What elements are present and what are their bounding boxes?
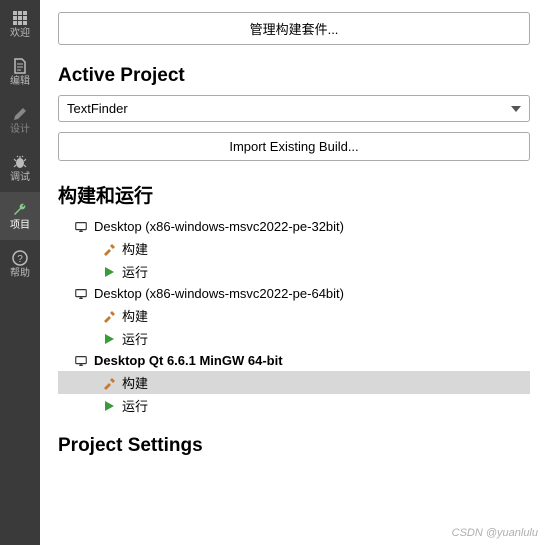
kit-item[interactable]: Desktop Qt 6.6.1 MinGW 64-bit bbox=[58, 350, 530, 371]
sidebar-item-welcome[interactable]: 欢迎 bbox=[0, 0, 40, 48]
hammer-icon bbox=[102, 309, 116, 323]
run-action[interactable]: 运行 bbox=[58, 394, 530, 417]
action-label: 运行 bbox=[122, 329, 148, 348]
sidebar-item-label: 调试 bbox=[10, 173, 30, 183]
sidebar-item-debug[interactable]: 调试 bbox=[0, 144, 40, 192]
build-action[interactable]: 构建 bbox=[58, 237, 530, 260]
grid-icon bbox=[11, 9, 29, 27]
chevron-down-icon bbox=[511, 106, 521, 112]
action-label: 运行 bbox=[122, 396, 148, 415]
import-build-button[interactable]: Import Existing Build... bbox=[58, 132, 530, 161]
sidebar-item-label: 项目 bbox=[10, 221, 30, 231]
manage-kits-button[interactable]: 管理构建套件... bbox=[58, 12, 530, 45]
monitor-icon bbox=[74, 354, 88, 368]
kit-name: Desktop (x86-windows-msvc2022-pe-32bit) bbox=[94, 219, 344, 234]
action-label: 构建 bbox=[122, 373, 148, 392]
action-label: 运行 bbox=[122, 262, 148, 281]
hammer-icon bbox=[102, 242, 116, 256]
sidebar-item-label: 编辑 bbox=[10, 77, 30, 87]
kit-item[interactable]: Desktop (x86-windows-msvc2022-pe-64bit) bbox=[58, 283, 530, 304]
kit-name: Desktop Qt 6.6.1 MinGW 64-bit bbox=[94, 353, 283, 368]
build-action[interactable]: 构建 bbox=[58, 304, 530, 327]
svg-text:?: ? bbox=[17, 254, 23, 265]
pencil-icon bbox=[11, 105, 29, 123]
action-label: 构建 bbox=[122, 239, 148, 258]
sidebar-item-label: 欢迎 bbox=[10, 29, 30, 39]
build-run-heading: 构建和运行 bbox=[58, 181, 530, 208]
sidebar-item-edit[interactable]: 编辑 bbox=[0, 48, 40, 96]
play-icon bbox=[102, 265, 116, 279]
monitor-icon bbox=[74, 287, 88, 301]
sidebar-item-design[interactable]: 设计 bbox=[0, 96, 40, 144]
sidebar: 欢迎 编辑 设计 调试 项目 ? 帮助 bbox=[0, 0, 40, 545]
project-select-value: TextFinder bbox=[67, 101, 128, 116]
hammer-icon bbox=[102, 376, 116, 390]
play-icon bbox=[102, 399, 116, 413]
watermark: CSDN @yuanlulu bbox=[452, 527, 538, 539]
wrench-icon bbox=[11, 201, 29, 219]
sidebar-item-label: 设计 bbox=[10, 125, 30, 135]
sidebar-item-help[interactable]: ? 帮助 bbox=[0, 240, 40, 288]
kits-tree: Desktop (x86-windows-msvc2022-pe-32bit) 构… bbox=[58, 216, 530, 417]
question-icon: ? bbox=[11, 249, 29, 267]
play-icon bbox=[102, 332, 116, 346]
project-settings-heading: Project Settings bbox=[58, 435, 530, 457]
sidebar-item-projects[interactable]: 项目 bbox=[0, 192, 40, 240]
active-project-heading: Active Project bbox=[58, 65, 530, 87]
kit-item[interactable]: Desktop (x86-windows-msvc2022-pe-32bit) bbox=[58, 216, 530, 237]
action-label: 构建 bbox=[122, 306, 148, 325]
document-icon bbox=[11, 57, 29, 75]
monitor-icon bbox=[74, 220, 88, 234]
build-action[interactable]: 构建 bbox=[58, 371, 530, 394]
run-action[interactable]: 运行 bbox=[58, 327, 530, 350]
sidebar-item-label: 帮助 bbox=[10, 269, 30, 279]
main-panel: 管理构建套件... Active Project TextFinder Impo… bbox=[40, 0, 548, 545]
run-action[interactable]: 运行 bbox=[58, 260, 530, 283]
project-select[interactable]: TextFinder bbox=[58, 95, 530, 122]
kit-name: Desktop (x86-windows-msvc2022-pe-64bit) bbox=[94, 286, 344, 301]
bug-icon bbox=[11, 153, 29, 171]
